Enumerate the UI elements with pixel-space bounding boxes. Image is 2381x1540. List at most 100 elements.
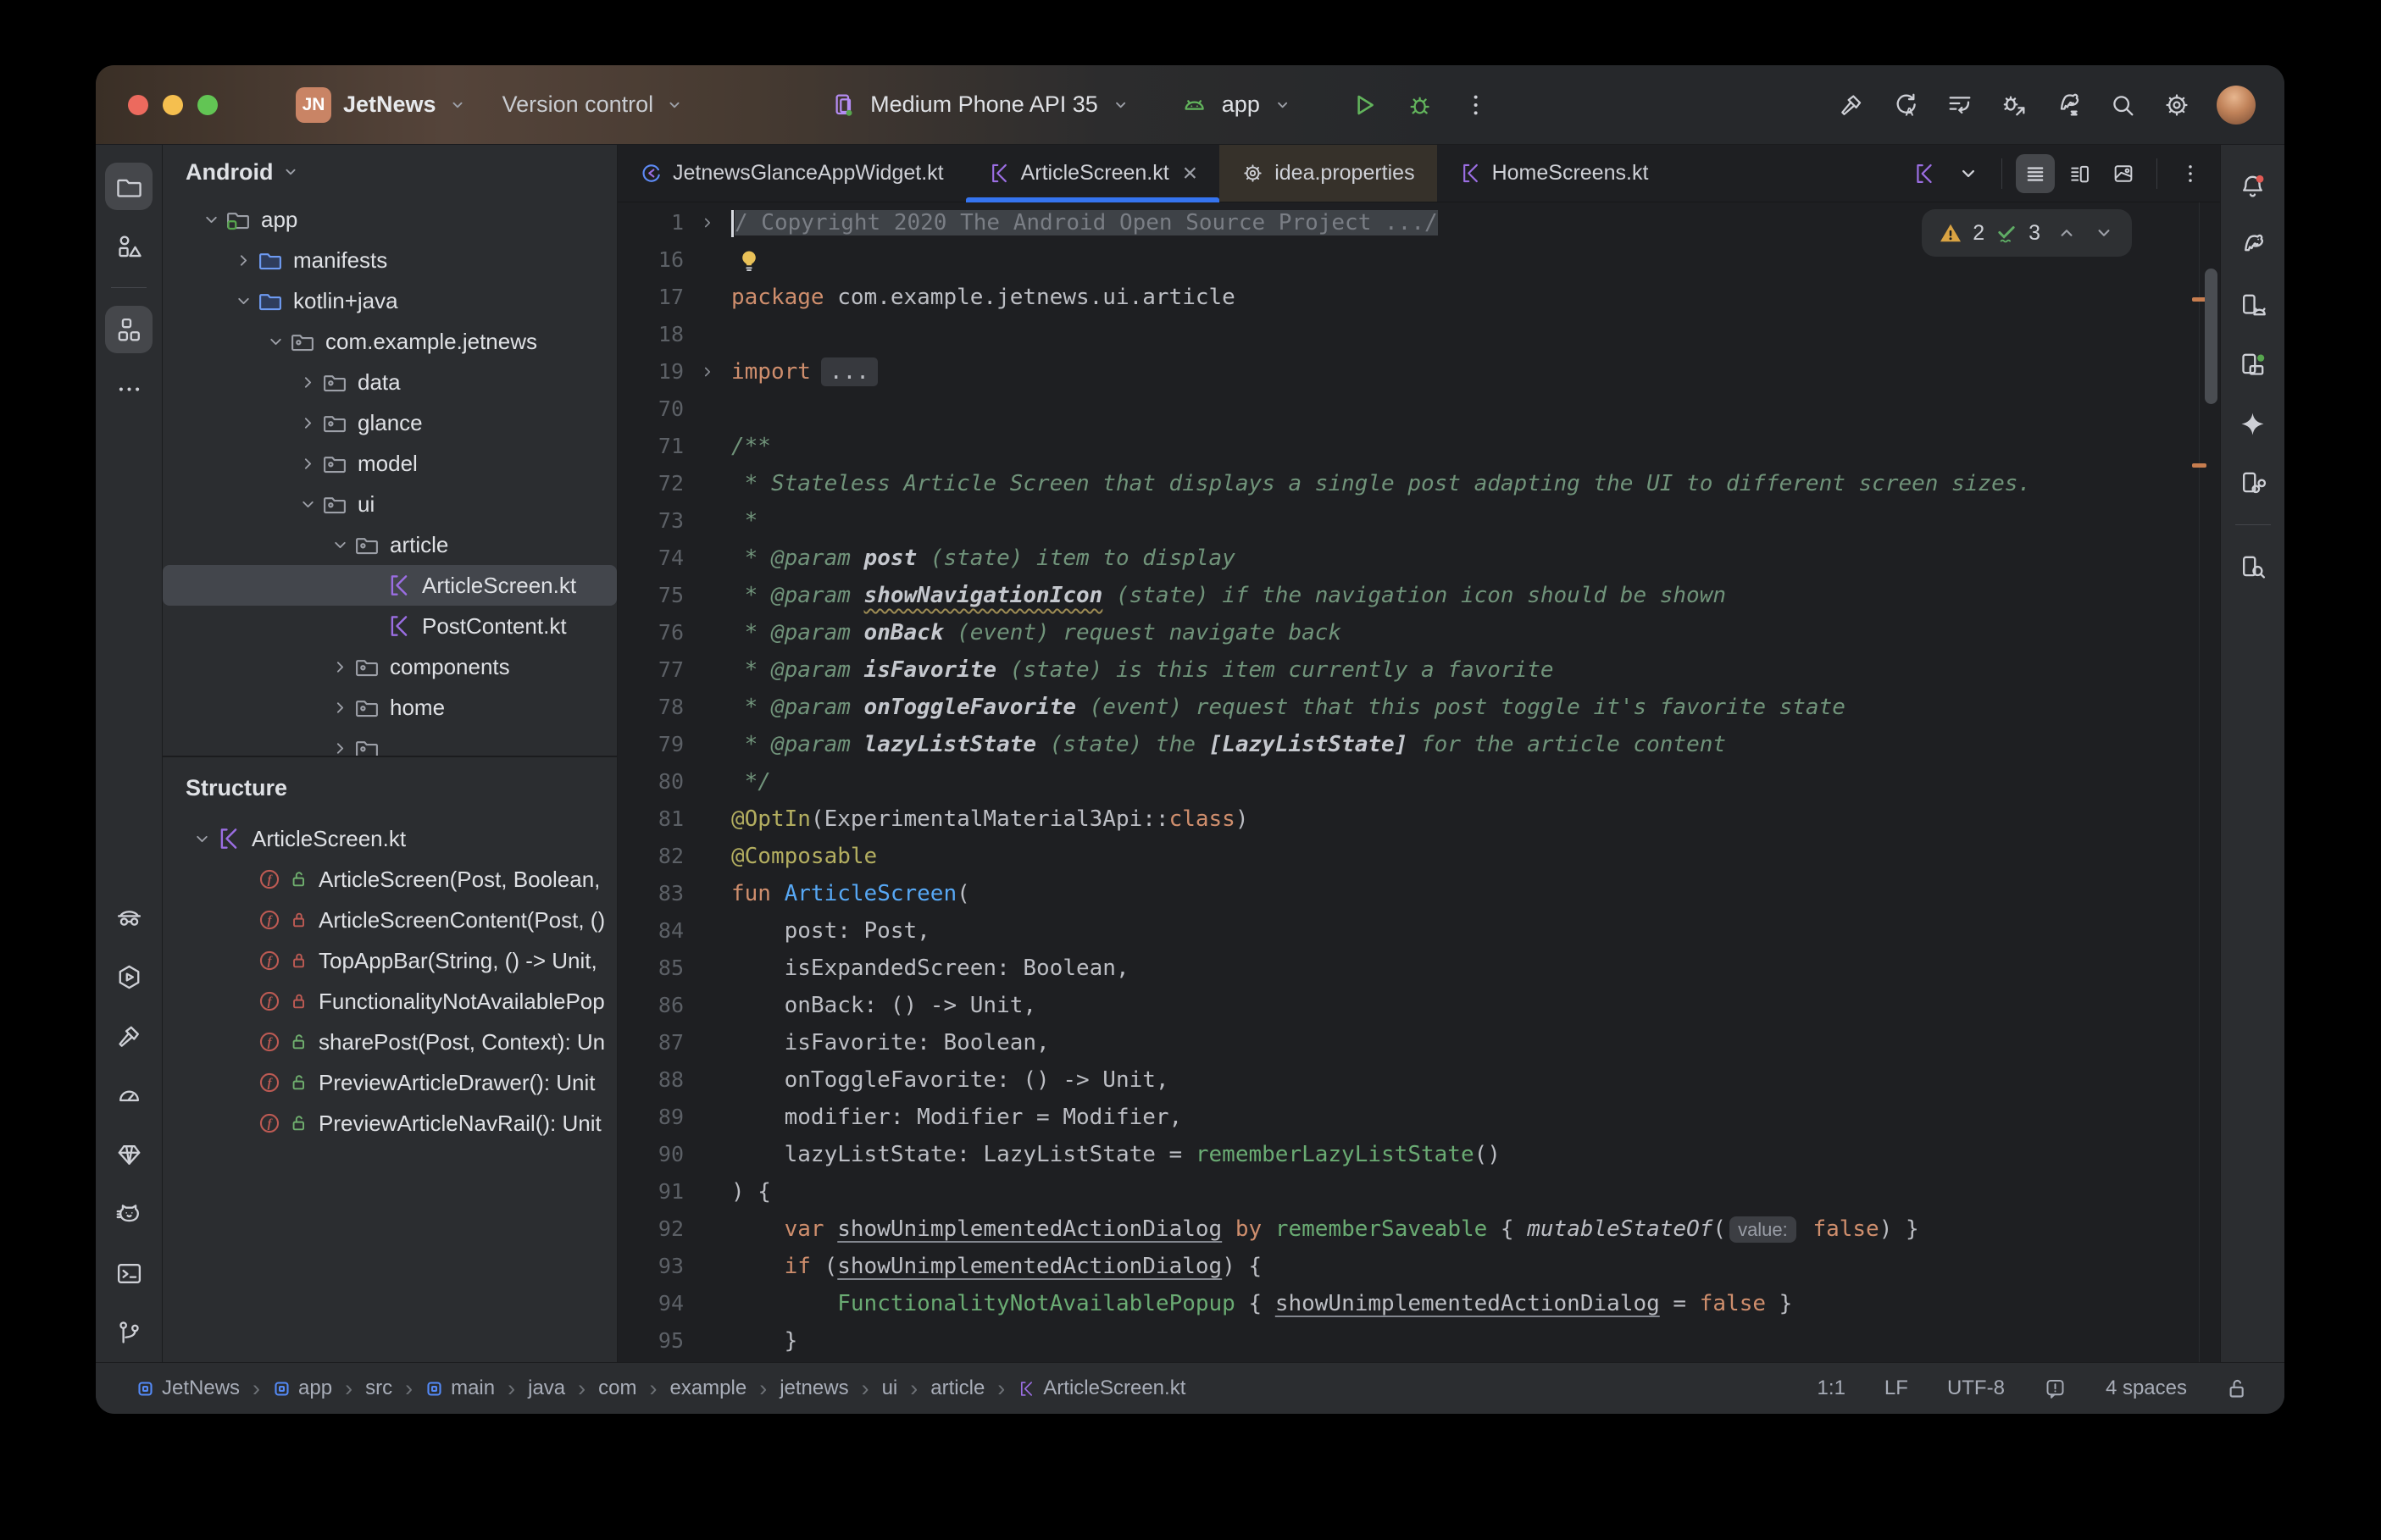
tree-item-manifests[interactable]: manifests [163, 240, 617, 280]
code-editor[interactable]: 1/ Copyright 2020 The Android Open Sourc… [618, 202, 2220, 1362]
structure-item-FunctionalityNotAvailablePop[interactable]: fFunctionalityNotAvailablePop [163, 981, 617, 1022]
tree-toggle-icon[interactable] [230, 252, 258, 269]
gradle-tool-button[interactable] [2229, 222, 2277, 269]
tree-toggle-icon[interactable] [294, 414, 322, 432]
structure-item-TopAppBar[interactable]: fTopAppBar(String, () -> Unit, [163, 940, 617, 981]
build-hammer-button[interactable] [1830, 84, 1873, 126]
tree-item-glance[interactable]: glance [163, 402, 617, 443]
tree-item-data[interactable]: data [163, 362, 617, 402]
run-config-selector[interactable]: app [1222, 91, 1260, 118]
structure-file-row[interactable]: ArticleScreen.kt [163, 818, 617, 859]
breadcrumb-app[interactable]: app [273, 1377, 332, 1400]
tree-toggle-icon[interactable] [294, 374, 322, 391]
tree-toggle-icon[interactable] [294, 496, 322, 513]
tree-toggle-icon[interactable] [262, 333, 290, 351]
breadcrumb-ui[interactable]: ui [882, 1377, 898, 1400]
tree-toggle-icon[interactable] [326, 699, 354, 717]
gemini-tool-button[interactable] [2229, 400, 2277, 447]
close-window-button[interactable] [128, 95, 148, 115]
structure-item-sharePost[interactable]: fsharePost(Post, Context): Un [163, 1022, 617, 1062]
app-inspection-tool-button[interactable] [105, 953, 153, 1000]
user-avatar[interactable] [2217, 86, 2256, 125]
logcat-tool-button[interactable] [105, 1190, 153, 1238]
breadcrumb-example[interactable]: example [669, 1377, 746, 1400]
structure-item-PreviewArticleNavRail[interactable]: fPreviewArticleNavRail(): Unit [163, 1103, 617, 1144]
tab-ArticleScreen.kt[interactable]: ArticleScreen.kt× [966, 145, 1220, 202]
more-tool-windows-tool-button[interactable] [105, 365, 153, 413]
warning-stripe-mark[interactable] [2192, 463, 2206, 468]
tree-item-home[interactable]: home [163, 687, 617, 728]
terminal-tool-button[interactable] [105, 1249, 153, 1297]
next-problem-button[interactable] [2093, 222, 2115, 244]
breadcrumb-java[interactable]: java [528, 1377, 565, 1400]
split-view-button[interactable] [2060, 154, 2099, 193]
version-control-tool-button[interactable] [105, 1309, 153, 1356]
caret-position[interactable]: 1:1 [1818, 1377, 1845, 1400]
running-devices-tool-button[interactable] [2229, 341, 2277, 388]
tree-toggle-icon[interactable] [188, 830, 216, 848]
structure-tool-button[interactable] [105, 306, 153, 353]
tree-toggle-icon[interactable] [197, 211, 225, 229]
tree-item-PostContent.kt[interactable]: PostContent.kt [163, 606, 617, 646]
device-mirror-tool-button[interactable] [2229, 459, 2277, 507]
breadcrumb-jetnews[interactable]: jetnews [780, 1377, 848, 1400]
tree-toggle-icon[interactable] [326, 536, 354, 554]
attach-debugger-button[interactable] [1993, 84, 2035, 126]
profiler-button[interactable] [1939, 84, 1981, 126]
intention-bulb-icon[interactable] [736, 248, 762, 274]
build-tool-button[interactable] [105, 1012, 153, 1060]
tree-item-components[interactable]: components [163, 646, 617, 687]
more-run-options-button[interactable] [1455, 84, 1497, 126]
inspections-widget[interactable]: 2 3 [1922, 209, 2132, 257]
resource-manager-tool-button[interactable] [105, 222, 153, 269]
run-button[interactable] [1343, 84, 1385, 126]
structure-item-ArticleScreen[interactable]: fArticleScreen(Post, Boolean, [163, 859, 617, 900]
breadcrumb-article[interactable]: article [930, 1377, 985, 1400]
encoding[interactable]: UTF-8 [1947, 1377, 2005, 1400]
tree-item-article[interactable]: article [163, 524, 617, 565]
breadcrumb-JetNews[interactable]: JetNews [136, 1377, 240, 1400]
tab-JetnewsGlanceAppWidget.kt[interactable]: JetnewsGlanceAppWidget.kt [618, 145, 966, 202]
device-explorer-tool-button[interactable] [2229, 543, 2277, 590]
prev-problem-button[interactable] [2056, 222, 2078, 244]
debug-button[interactable] [1399, 84, 1441, 126]
breadcrumb-src[interactable]: src [365, 1377, 392, 1400]
zoom-window-button[interactable] [197, 95, 218, 115]
notifications-tool-button[interactable] [2229, 163, 2277, 210]
device-manager-tool-button[interactable] [2229, 281, 2277, 329]
line-separator[interactable]: LF [1884, 1377, 1908, 1400]
sync-gradle-button[interactable] [2047, 84, 2090, 126]
read-only-toggle-icon[interactable] [2226, 1377, 2249, 1400]
project-view-selector[interactable]: Android [186, 159, 273, 186]
settings-button[interactable] [2156, 84, 2198, 126]
tree-toggle-icon[interactable] [326, 658, 354, 676]
app-quality-insights-tool-button[interactable] [105, 894, 153, 941]
structure-item-PreviewArticleDrawer[interactable]: fPreviewArticleDrawer(): Unit [163, 1062, 617, 1103]
minimize-window-button[interactable] [163, 95, 183, 115]
tree-toggle-icon[interactable] [326, 740, 354, 756]
search-everywhere-button[interactable] [2101, 84, 2144, 126]
tab-HomeScreens.kt[interactable]: HomeScreens.kt [1437, 145, 1671, 202]
project-tool-button[interactable] [105, 163, 153, 210]
profiler-tool-button[interactable] [105, 1072, 153, 1119]
tab-options-button[interactable] [2171, 154, 2210, 193]
tree-item-model[interactable]: model [163, 443, 617, 484]
design-view-button[interactable] [2104, 154, 2143, 193]
tree-item-kotlin+java[interactable]: kotlin+java [163, 280, 617, 321]
tree-item-ui[interactable]: ui [163, 484, 617, 524]
close-tab-icon[interactable]: × [1183, 161, 1198, 186]
hidden-tabs-dropdown-button[interactable] [1949, 154, 1988, 193]
tree-toggle-icon[interactable] [230, 292, 258, 310]
vcs-menu[interactable]: Version control [502, 91, 654, 118]
code-view-button[interactable] [2016, 154, 2055, 193]
tree-item-com.example.jetnews[interactable]: com.example.jetnews [163, 321, 617, 362]
structure-item-ArticleScreenContent[interactable]: fArticleScreenContent(Post, () [163, 900, 617, 940]
breadcrumb-com[interactable]: com [598, 1377, 636, 1400]
tree-item-clipped[interactable] [163, 728, 617, 756]
gem-tool-tool-button[interactable] [105, 1131, 153, 1178]
device-selector[interactable]: Medium Phone API 35 [870, 91, 1098, 118]
tree-item-ArticleScreen.kt[interactable]: ArticleScreen.kt [163, 565, 617, 606]
breadcrumb-ArticleScreen.kt[interactable]: ArticleScreen.kt [1018, 1377, 1185, 1400]
tree-item-app[interactable]: app [163, 199, 617, 240]
hidden-tabs-kotlin-button[interactable] [1905, 154, 1944, 193]
